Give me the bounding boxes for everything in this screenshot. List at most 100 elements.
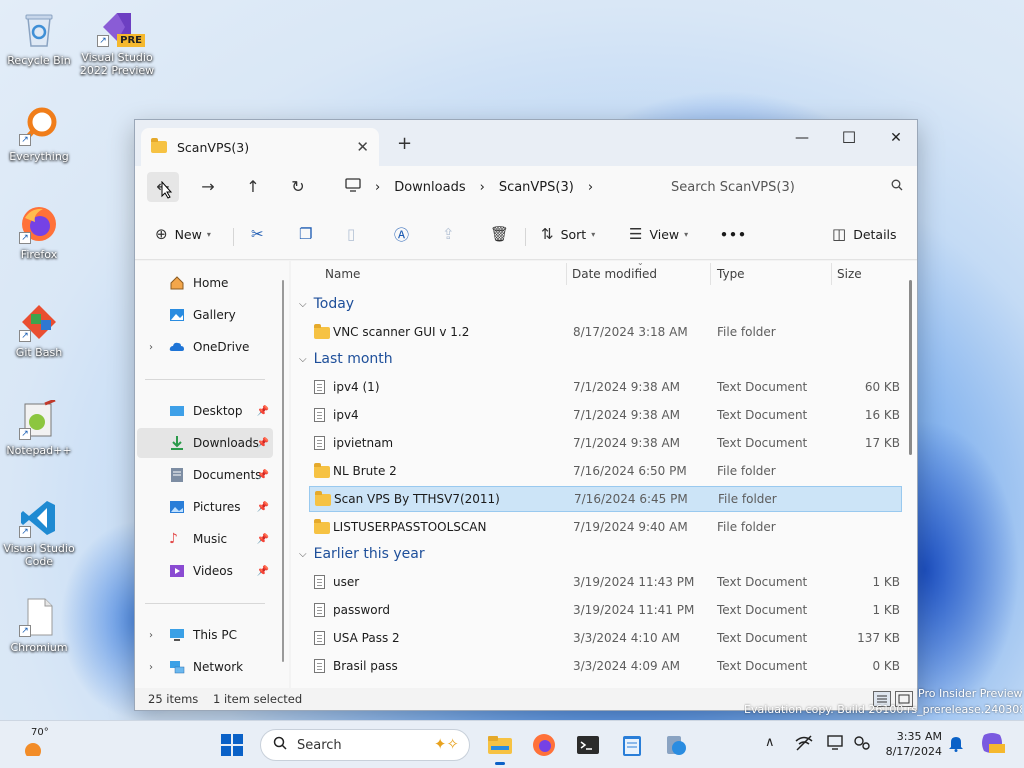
forward-button[interactable]: → [192,172,224,202]
file-name: NL Brute 2 [333,464,397,478]
sidebar-item-home[interactable]: Home [137,268,273,298]
sort-button[interactable]: ⇅ Sort ▾ [541,222,595,246]
breadcrumb-separator[interactable]: › [480,180,485,195]
sidebar-item-desktop[interactable]: Desktop 📌 [137,396,273,426]
up-button[interactable]: ↑ [237,172,269,202]
close-button[interactable]: ✕ [873,124,919,152]
pin-icon[interactable]: 📌 [257,566,269,577]
desktop-icon-recycle-bin[interactable]: Recycle Bin [1,10,77,67]
taskbar-notepad[interactable] [616,729,648,761]
refresh-button[interactable]: ↻ [282,172,314,202]
sidebar-item-gallery[interactable]: Gallery [137,300,273,330]
table-row[interactable]: Brasil pass 3/3/2024 4:09 AM Text Docume… [309,653,902,679]
table-row-selected[interactable]: Scan VPS By TTHSV7(2011) 7/16/2024 6:45 … [309,486,902,512]
sidebar-item-downloads[interactable]: Downloads 📌 [137,428,273,458]
maximize-button[interactable]: ☐ [826,124,872,152]
show-hidden-icons-chevron[interactable]: ∧ [765,735,775,750]
desktop-icon-git-bash[interactable]: ↗ Git Bash [1,302,77,359]
column-header-name[interactable]: Name [325,267,360,281]
delete-button[interactable]: 🗑 [490,222,516,246]
sidebar-item-network[interactable]: › Network [137,652,273,682]
taskbar-firefox[interactable] [528,729,560,761]
clock-date: 8/17/2024 [885,745,942,758]
paste-button[interactable]: ▯ [347,222,362,246]
taskbar-network-globe-app[interactable] [660,729,692,761]
table-row[interactable]: password 3/19/2024 11:41 PM Text Documen… [309,597,902,623]
share-button[interactable]: ⇪ [442,222,462,246]
pin-icon[interactable]: 📌 [257,438,269,449]
cut-button[interactable]: ✂ [251,222,271,246]
copy-icon: ❐ [299,225,313,243]
pin-icon[interactable]: 📌 [257,502,269,513]
table-row[interactable]: USA Pass 2 3/3/2024 4:10 AM Text Documen… [309,625,902,651]
pin-icon[interactable]: 📌 [257,406,269,417]
new-tab-button[interactable]: + [397,133,412,154]
minimize-button[interactable]: — [779,124,825,152]
search-input[interactable]: Search ScanVPS(3) [671,180,795,195]
network-disconnected-icon[interactable] [795,735,813,755]
view-button[interactable]: ☰ View ▾ [629,222,688,246]
breadcrumb-separator[interactable]: › [588,180,593,195]
monitor-icon[interactable] [345,178,361,196]
sidebar-item-onedrive[interactable]: › OneDrive [137,332,273,362]
file-type: File folder [718,492,777,506]
search-box[interactable]: Search ScanVPS(3) [659,172,913,202]
folder-icon [315,491,331,506]
display-icon[interactable] [827,735,845,755]
details-pane-button[interactable]: ◫ Details [832,222,897,246]
tab-scanvps[interactable]: ScanVPS(3) ✕ [141,128,379,166]
system-clock[interactable]: 3:35 AM 8/17/2024 [882,729,942,759]
sidebar-item-music[interactable]: ♪ Music 📌 [137,524,273,554]
pin-icon[interactable]: 📌 [257,534,269,545]
desktop-icon-everything[interactable]: ↗ Everything [1,106,77,163]
taskbar-file-explorer[interactable] [484,729,516,765]
table-row[interactable]: NL Brute 2 7/16/2024 6:50 PM File folder [309,458,902,484]
desktop-icon-visual-studio-code[interactable]: ↗ Visual Studio Code [1,498,77,568]
desktop-icon-firefox[interactable]: ↗ Firefox [1,204,77,261]
chevron-right-icon[interactable]: › [149,662,153,673]
file-list-scrollbar[interactable] [909,280,912,455]
settings-status-icon[interactable] [853,735,871,755]
table-row[interactable]: user 3/19/2024 11:43 PM Text Document 1 … [309,569,902,595]
group-header-earlier-this-year[interactable]: ⌵ Earlier this year [299,546,425,562]
tab-close-icon[interactable]: ✕ [356,138,369,156]
breadcrumb-scanvps[interactable]: ScanVPS(3) [499,180,574,195]
sidebar-item-this-pc[interactable]: › This PC [137,620,273,650]
sidebar-item-documents[interactable]: Documents 📌 [137,460,273,490]
column-header-size[interactable]: Size [837,267,862,281]
start-button[interactable] [216,729,248,761]
sidebar-item-videos[interactable]: Videos 📌 [137,556,273,586]
more-options-button[interactable]: ••• [720,222,747,246]
group-header-last-month[interactable]: ⌵ Last month [299,351,393,367]
table-row[interactable]: ipv4 (1) 7/1/2024 9:38 AM Text Document … [309,374,902,400]
sidebar-item-label: Home [193,276,229,290]
table-row[interactable]: VNC scanner GUI v 1.2 8/17/2024 3:18 AM … [309,319,902,345]
column-header-date-modified[interactable]: Date modified [572,267,657,281]
copilot-pre-icon[interactable] [980,731,1006,759]
pin-icon[interactable]: 📌 [257,470,269,481]
file-type: Text Document [717,575,808,589]
desktop-icon-visual-studio-2022-preview[interactable]: PRE ↗ Visual Studio 2022 Preview [79,7,155,77]
copy-button[interactable]: ❐ [299,222,319,246]
taskbar-terminal[interactable] [572,729,604,761]
table-row[interactable]: ipv4 7/1/2024 9:38 AM Text Document 16 K… [309,402,902,428]
table-row[interactable]: ipvietnam 7/1/2024 9:38 AM Text Document… [309,430,902,456]
breadcrumb-separator[interactable]: › [375,180,380,195]
chevron-right-icon[interactable]: › [149,630,153,641]
rename-button[interactable]: Ⓐ [394,222,416,246]
sidebar-item-pictures[interactable]: Pictures 📌 [137,492,273,522]
sidebar-item-label: Videos [193,564,233,578]
file-size: 1 KB [872,575,900,589]
notification-bell-icon[interactable] [948,734,964,756]
sidebar-scrollbar[interactable] [282,280,284,662]
table-row[interactable]: LISTUSERPASSTOOLSCAN 7/19/2024 9:40 AM F… [309,514,902,540]
weather-widget[interactable]: 70° [20,727,49,759]
desktop-icon-chromium[interactable]: ↗ Chromium [1,597,77,654]
chevron-right-icon[interactable]: › [149,342,153,353]
group-header-today[interactable]: ⌵ Today [299,296,354,312]
desktop-icon-notepad-plus-plus[interactable]: ↗ Notepad++ [1,398,77,457]
breadcrumb-downloads[interactable]: Downloads [394,180,465,195]
new-button[interactable]: ⊕ New ▾ [155,222,211,246]
taskbar-search-box[interactable]: Search ✦✧ [260,729,470,761]
column-header-type[interactable]: Type [717,267,745,281]
